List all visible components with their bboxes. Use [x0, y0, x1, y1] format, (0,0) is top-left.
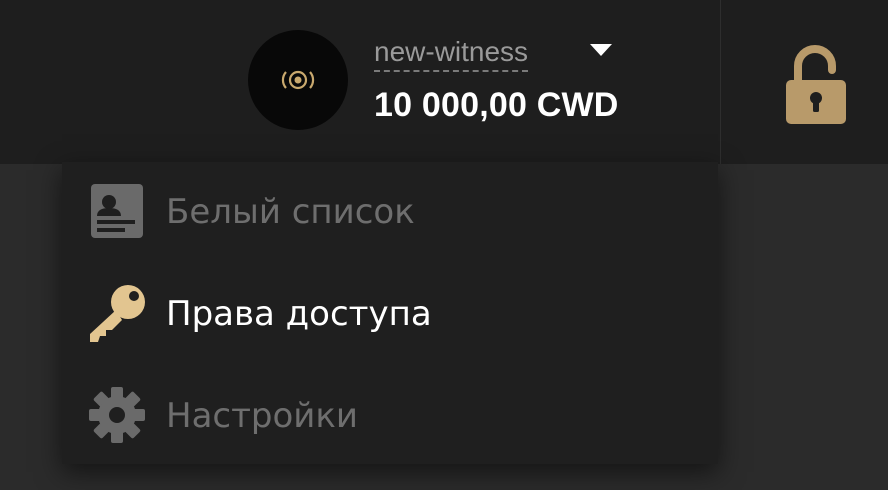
account-avatar[interactable]: [248, 30, 348, 130]
menu-item-access-rights[interactable]: Права доступа: [62, 264, 718, 364]
menu-item-settings[interactable]: Настройки: [62, 366, 718, 466]
menu-item-label: Белый список: [166, 192, 415, 232]
contact-card-icon: [86, 180, 148, 242]
account-balance: 10 000,00 CWD: [374, 86, 619, 124]
header-divider: [720, 0, 721, 164]
account-dropdown-menu: Белый список Права доступа Настройки: [62, 162, 718, 464]
gear-icon: [86, 384, 148, 446]
broadcast-icon: [281, 70, 315, 90]
unlocked-padlock-icon[interactable]: [784, 44, 848, 128]
top-header: new-witness 10 000,00 CWD: [0, 0, 888, 164]
chevron-down-icon[interactable]: [590, 44, 612, 56]
menu-item-whitelist[interactable]: Белый список: [62, 162, 718, 262]
key-icon: [86, 282, 148, 344]
account-name-dropdown[interactable]: new-witness: [374, 34, 529, 72]
menu-item-label: Настройки: [166, 396, 359, 436]
menu-item-label: Права доступа: [166, 294, 432, 334]
